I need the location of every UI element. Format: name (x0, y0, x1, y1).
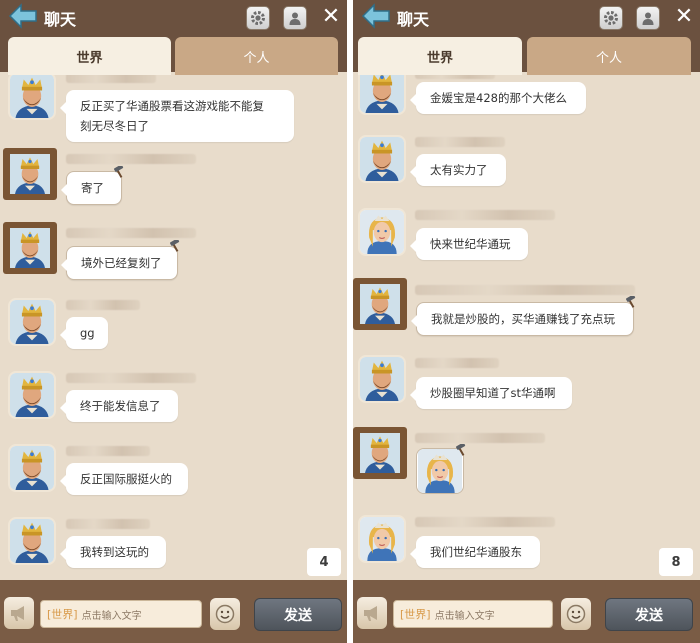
message-text: 境外已经复刻了 (81, 256, 162, 270)
message-text: 反正买了华通股票看这游戏能不能复 (80, 99, 264, 113)
chat-message-list[interactable]: 反正买了华通股票看这游戏能不能复 刻无尽冬日了 寄了 境外已经复刻了 gg 终于… (0, 75, 347, 580)
chat-bubble: 境外已经复刻了 (61, 246, 178, 280)
hammer-icon (168, 240, 182, 252)
sender-name-blurred (66, 228, 196, 238)
avatar[interactable] (8, 298, 56, 346)
hammer-icon (112, 166, 126, 178)
avatar[interactable] (8, 371, 56, 419)
message-text: 我们世纪华通股东 (430, 545, 522, 559)
back-arrow-icon[interactable] (361, 3, 391, 29)
emoji-button[interactable] (561, 598, 591, 630)
sender-name-blurred (415, 433, 545, 443)
person-icon (642, 12, 654, 25)
message-text: 终于能发信息了 (80, 399, 161, 413)
avatar[interactable] (358, 355, 406, 403)
gear-icon (251, 11, 265, 25)
smiley-icon (566, 604, 586, 624)
unread-count-badge[interactable]: 4 (307, 548, 341, 576)
chat-bubble: 太有实力了 (410, 154, 506, 186)
close-button[interactable]: ✕ (320, 6, 342, 28)
sender-name-blurred (66, 75, 156, 83)
page-title: 聊天 (44, 10, 77, 29)
chat-bubble: 金媛宝是428的那个大佬么 (410, 82, 586, 114)
smiley-icon (215, 604, 235, 624)
message-text: 反正国际服挺火的 (80, 472, 172, 486)
tab-personal[interactable]: 个人 (175, 37, 338, 75)
chat-bubble: gg (60, 317, 108, 349)
channel-tag: [世界] (47, 608, 78, 621)
input-placeholder: 点击输入文字 (434, 610, 495, 622)
close-button[interactable]: ✕ (673, 6, 695, 28)
sender-name-blurred (66, 373, 196, 383)
unread-count-badge[interactable]: 8 (659, 548, 693, 576)
avatar[interactable] (358, 208, 406, 256)
chat-message-list[interactable]: 金媛宝是428的那个大佬么 太有实力了 快来世纪华通玩 我就是炒股的，买华通赚钱… (353, 75, 700, 580)
sender-name-blurred (415, 285, 635, 295)
avatar[interactable] (358, 135, 406, 183)
page-title: 聊天 (397, 10, 430, 29)
send-button[interactable]: 发送 (605, 598, 693, 631)
avatar[interactable] (8, 444, 56, 492)
tab-personal[interactable]: 个人 (527, 37, 691, 75)
chat-bubble: 我们世纪华通股东 (410, 536, 540, 568)
avatar[interactable] (8, 75, 56, 120)
message-text: 寄了 (81, 181, 104, 195)
sender-name-blurred (415, 358, 499, 368)
avatar[interactable] (353, 427, 407, 479)
avatar[interactable] (358, 515, 406, 563)
avatar[interactable] (8, 517, 56, 565)
tab-world[interactable]: 世界 (358, 37, 522, 75)
settings-button[interactable] (599, 6, 623, 30)
broadcast-button[interactable] (357, 597, 387, 629)
chat-bubble: 反正国际服挺火的 (60, 463, 188, 495)
message-text: 快来世纪华通玩 (430, 237, 511, 251)
avatar[interactable] (353, 278, 407, 330)
sender-name-blurred (415, 517, 555, 527)
chat-input[interactable]: [世界] 点击输入文字 (40, 600, 202, 628)
message-text: 我就是炒股的，买华通赚钱了充点玩 (431, 312, 615, 326)
chat-panel-left: 聊天 ✕ 世界 个人 反正买了华通股票看这游戏能不能复 刻无尽冬日了 寄了 境外… (0, 0, 347, 643)
sender-name-blurred (66, 300, 140, 310)
chat-bubble: 快来世纪华通玩 (410, 228, 528, 260)
tab-world[interactable]: 世界 (8, 37, 171, 75)
settings-button[interactable] (246, 6, 270, 30)
chat-bubble: 炒股圈早知道了st华通啊 (410, 377, 572, 409)
hammer-icon (624, 296, 638, 308)
hammer-icon (454, 444, 468, 456)
sender-name-blurred (415, 137, 505, 147)
person-icon (289, 12, 301, 25)
chat-bubble: 我就是炒股的，买华通赚钱了充点玩 (411, 302, 634, 336)
message-text: 炒股圈早知道了st华通啊 (430, 386, 556, 400)
sender-name-blurred (66, 519, 150, 529)
message-text: 我转到这玩的 (80, 545, 149, 559)
avatar[interactable] (3, 222, 57, 274)
avatar[interactable] (358, 75, 406, 115)
input-placeholder: 点击输入文字 (81, 610, 142, 622)
chat-bubble: 我转到这玩的 (60, 536, 166, 568)
megaphone-icon (11, 606, 24, 621)
chat-input[interactable]: [世界] 点击输入文字 (393, 600, 553, 628)
sender-name-blurred (66, 154, 196, 164)
message-text: 刻无尽冬日了 (80, 119, 149, 133)
profile-button[interactable] (283, 6, 307, 30)
chat-panel-right: 聊天 ✕ 世界 个人 金媛宝是428的那个大佬么 太有实力了 快来世纪华通玩 我… (353, 0, 700, 643)
broadcast-button[interactable] (4, 597, 34, 629)
sender-name-blurred (415, 210, 555, 220)
megaphone-icon (364, 606, 377, 621)
message-text: 太有实力了 (430, 163, 488, 177)
gear-icon (604, 11, 618, 25)
sender-name-blurred (415, 75, 495, 79)
message-text: 金媛宝是428的那个大佬么 (430, 91, 567, 105)
channel-tag: [世界] (400, 608, 431, 621)
avatar[interactable] (3, 148, 57, 200)
chat-bubble: 反正买了华通股票看这游戏能不能复 刻无尽冬日了 (60, 90, 294, 142)
chat-bubble: 终于能发信息了 (60, 390, 178, 422)
emoji-button[interactable] (210, 598, 240, 630)
sender-name-blurred (66, 446, 150, 456)
send-button[interactable]: 发送 (254, 598, 342, 631)
profile-button[interactable] (636, 6, 660, 30)
screenshot-stage: 聊天 ✕ 世界 个人 反正买了华通股票看这游戏能不能复 刻无尽冬日了 寄了 境外… (0, 0, 700, 643)
message-text: gg (80, 326, 95, 340)
back-arrow-icon[interactable] (8, 3, 38, 29)
